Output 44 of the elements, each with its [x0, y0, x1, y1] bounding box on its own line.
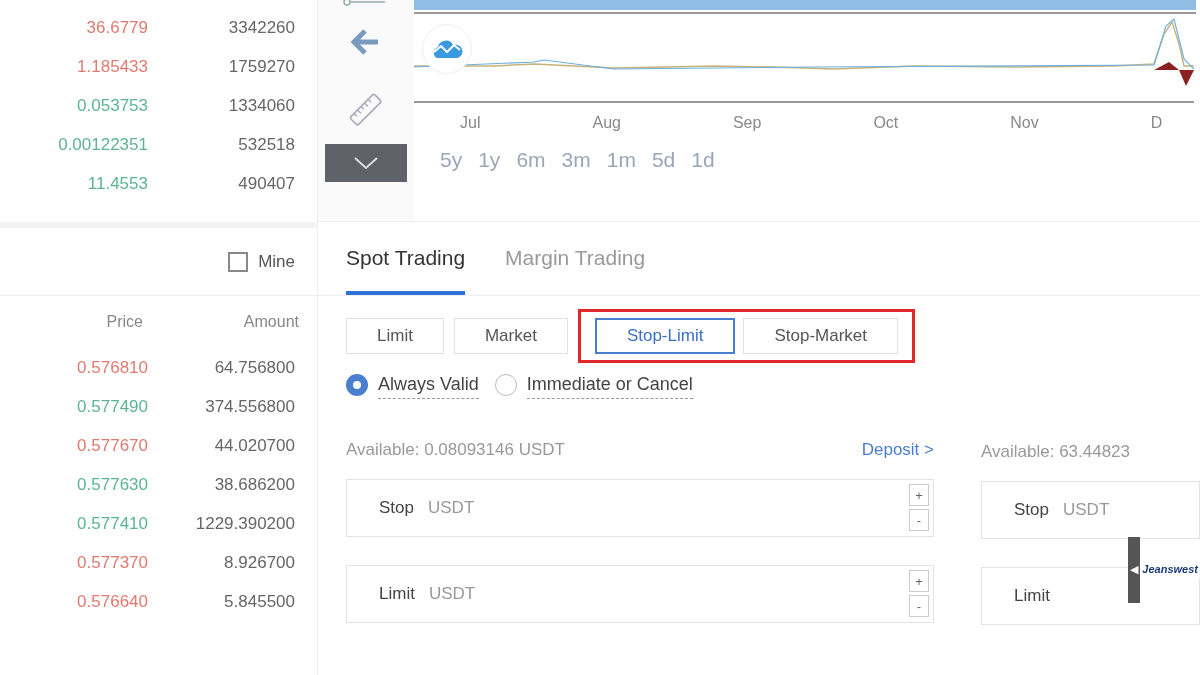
- month-label: Sep: [732, 113, 762, 133]
- column-header: Amount: [242, 312, 299, 332]
- price-cell-text: 0.00122351: [57, 133, 148, 156]
- amount-cell-text: 1759270: [227, 55, 295, 78]
- field-label: Limit: [1014, 584, 1050, 607]
- unit-label: USDT: [428, 496, 475, 519]
- price-cell-text: 0.053753: [76, 94, 148, 117]
- field-label: Stop: [379, 496, 414, 519]
- radio-label: Always Valid: [378, 371, 479, 399]
- amount-cell-text: 64.756800: [213, 356, 295, 379]
- month-label: Oct: [873, 113, 899, 133]
- available-balance: Available: 0.08093146 USDT: [346, 439, 565, 461]
- price-cell-text: 11.4553: [86, 172, 148, 195]
- price-cell-text: 1.185433: [76, 55, 148, 78]
- price-cell-text: 0.576640: [76, 590, 148, 613]
- price-cell-text: 0.577490: [76, 395, 148, 418]
- field-label: Limit: [379, 582, 415, 605]
- month-label: Nov: [1010, 113, 1039, 133]
- price-cell-text: 0.577670: [76, 434, 148, 457]
- mine-label: Mine: [258, 250, 295, 273]
- amount-cell-text: 1334060: [227, 94, 295, 117]
- price-cell-text: 0.577410: [76, 512, 148, 535]
- month-label: Jul: [460, 113, 481, 133]
- amount-cell-text: 44.020700: [213, 434, 295, 457]
- price-cell-text: 0.577370: [76, 551, 148, 574]
- amount-cell-text: 490407: [237, 172, 295, 195]
- amount-cell-text: 532518: [237, 133, 295, 156]
- field-label: Stop: [1014, 498, 1049, 521]
- unit-label: USDT: [428, 582, 476, 605]
- price-cell-text: 0.577630: [76, 473, 148, 496]
- amount-cell-text: 8.926700: [223, 551, 295, 574]
- price-cell-text: 36.6779: [85, 16, 148, 39]
- month-label: D: [1150, 113, 1163, 133]
- month-label: Aug: [592, 113, 621, 133]
- amount-cell-text: 3342260: [227, 16, 295, 39]
- price-cell-text: 0.576810: [76, 356, 148, 379]
- amount-cell-text: 1229.390200: [194, 512, 295, 535]
- amount-cell-text: 38.686200: [213, 473, 295, 496]
- radio-label: Immediate or Cancel: [526, 371, 693, 399]
- amount-cell-text: 5.845500: [223, 590, 295, 613]
- available-balance: Available: 63.44823: [981, 442, 1131, 461]
- unit-label: USDT: [1063, 498, 1110, 521]
- amount-cell-text: 374.556800: [204, 395, 295, 418]
- column-header: Price: [105, 312, 143, 332]
